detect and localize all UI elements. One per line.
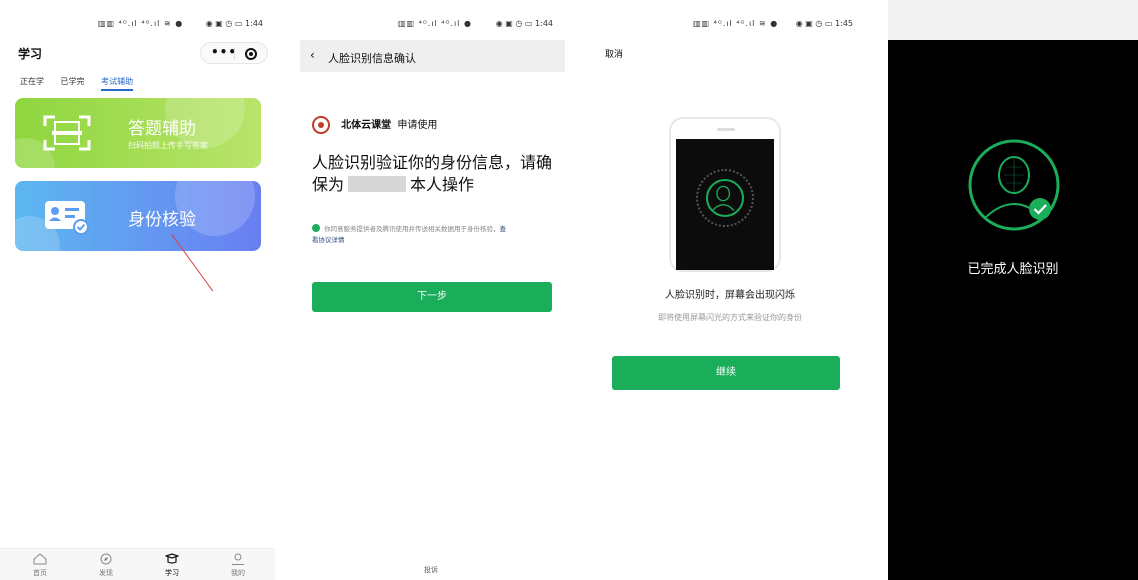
status-bar: ▥▥ ⁴ᴳ.ıl ⁴ᴳ.ıl ● ◉ ▣ ◷ ▭ 1:44 <box>300 0 565 34</box>
nav-bar: ‹ 人脸识别信息确认 <box>300 40 565 72</box>
graduation-cap-icon <box>165 553 179 564</box>
verify-line-2-suffix: 本人操作 <box>410 175 475 194</box>
app-request-text: 申请使用 <box>397 120 438 131</box>
tab-learning[interactable]: 正在学 <box>20 77 44 86</box>
signal-indicators: ▥▥ ⁴ᴳ.ıl ⁴ᴳ.ıl ● <box>398 19 472 28</box>
face-complete-text: 已完成人脸识别 <box>967 262 1059 277</box>
agreement-notice: 你同意服务提供者及腾讯使用并传送相关数据用于身份核验，查 看协议详情 <box>312 224 552 246</box>
redacted-name <box>348 176 407 192</box>
tabbar-label: 学习 <box>165 569 179 577</box>
app-logo-icon <box>312 116 330 134</box>
tabbar-label: 首页 <box>33 569 47 577</box>
tabbar-label: 发现 <box>99 569 113 577</box>
card-title: 答题辅助 <box>128 119 196 139</box>
continue-button[interactable]: 继续 <box>612 356 840 390</box>
agreement-text: 你同意服务提供者及腾讯使用并传送相关数据用于身份核验， <box>324 225 500 233</box>
study-screen: ▥▥ ⁴ᴳ.ıl ⁴ᴳ.ıl ≋ ● ◉ ▣ ◷ ▭ 1:44 学习 ••• 正… <box>0 0 275 580</box>
miniprogram-capsule: ••• <box>200 42 268 64</box>
status-time: ◉ ▣ ◷ ▭ 1:44 <box>205 19 263 28</box>
face-scan-ring <box>696 169 754 227</box>
app-name: 北体云课堂 <box>341 120 392 131</box>
nav-title: 人脸识别信息确认 <box>328 52 416 65</box>
agreement-link[interactable]: 查 <box>500 225 507 233</box>
face-flash-notice-screen: ▥▥ ⁴ᴳ.ıl ⁴ᴳ.ıl ≋ ● ◉ ▣ ◷ ▭ 1:45 取消 人脸识别时… <box>595 0 865 580</box>
back-arrow-icon[interactable]: ‹ <box>310 48 315 62</box>
agree-check-icon[interactable] <box>312 224 320 232</box>
identity-verify-card[interactable]: 身份核验 <box>15 181 261 251</box>
top-strip <box>888 0 1138 40</box>
phone-illustration <box>669 117 781 272</box>
face-recognition-complete-screen: 已完成人脸识别 <box>888 0 1138 580</box>
tabbar-item-discover[interactable]: 发现 <box>86 553 126 578</box>
face-silhouette-icon <box>711 185 735 211</box>
next-step-button[interactable]: 下一步 <box>312 282 552 312</box>
flash-hint-main: 人脸识别时，屏幕会出现闪烁 <box>665 290 795 301</box>
id-card-icon <box>45 201 89 235</box>
tabbar-item-home[interactable]: 首页 <box>20 553 60 578</box>
close-miniprogram-icon[interactable] <box>245 48 257 60</box>
verify-line-1: 人脸识别验证你的身份信息，请确 <box>312 153 553 172</box>
phone-display <box>676 139 774 270</box>
home-icon <box>33 553 47 565</box>
tabbar-item-study[interactable]: 学习 <box>152 553 192 578</box>
verify-line-2-prefix: 保为 <box>312 175 345 194</box>
bottom-tabbar: 首页 发现 学习 我的 <box>0 548 275 580</box>
tabbar-label: 我的 <box>231 569 245 577</box>
scan-icon <box>43 115 91 151</box>
status-bar: ▥▥ ⁴ᴳ.ıl ⁴ᴳ.ıl ≋ ● ◉ ▣ ◷ ▭ 1:45 <box>595 0 865 34</box>
study-tabs: 正在学 已学完 考试辅助 <box>20 76 147 91</box>
status-time: ◉ ▣ ◷ ▭ 1:45 <box>795 19 853 28</box>
user-icon <box>232 553 244 565</box>
tab-exam-assist[interactable]: 考试辅助 <box>101 77 134 91</box>
page-title: 学习 <box>18 47 43 61</box>
face-outline-icon <box>706 179 744 217</box>
card-subtitle: 扫码拍照上传手写答案 <box>128 141 208 150</box>
phone-speaker <box>717 128 735 131</box>
tab-finished[interactable]: 已学完 <box>61 77 85 86</box>
flash-hint-sub: 即将使用屏幕闪光的方式来验证你的身份 <box>658 313 802 322</box>
card-title: 身份核验 <box>128 210 196 230</box>
tabbar-item-mine[interactable]: 我的 <box>218 553 258 578</box>
status-time: ◉ ▣ ◷ ▭ 1:44 <box>495 19 553 28</box>
status-right: ◉ ▣ ◷ ▭ 1:44 <box>206 19 263 28</box>
verify-statement: 人脸识别验证你的身份信息，请确 保为 本人操作 <box>312 152 557 196</box>
face-success-icon <box>968 139 1060 231</box>
face-info-confirm-screen: ▥▥ ⁴ᴳ.ıl ⁴ᴳ.ıl ● ◉ ▣ ◷ ▭ 1:44 ‹ 人脸识别信息确认… <box>300 0 565 580</box>
cancel-button[interactable]: 取消 <box>605 47 623 60</box>
compass-icon <box>100 553 112 565</box>
signal-indicators: ▥▥ ⁴ᴳ.ıl ⁴ᴳ.ıl ≋ ● <box>693 19 779 28</box>
answer-assist-card[interactable]: 答题辅助 扫码拍照上传手写答案 <box>15 98 261 168</box>
requesting-app-line: 北体云课堂 申请使用 <box>312 116 437 134</box>
signal-indicators: ▥▥ ⁴ᴳ.ıl ⁴ᴳ.ıl ≋ ● <box>98 19 184 28</box>
agreement-link-continued[interactable]: 看协议详情 <box>312 236 345 244</box>
complain-link[interactable]: 投诉 <box>424 565 438 575</box>
status-bar: ▥▥ ⁴ᴳ.ıl ⁴ᴳ.ıl ≋ ● ◉ ▣ ◷ ▭ 1:44 <box>0 0 275 34</box>
capsule-divider <box>234 48 235 60</box>
